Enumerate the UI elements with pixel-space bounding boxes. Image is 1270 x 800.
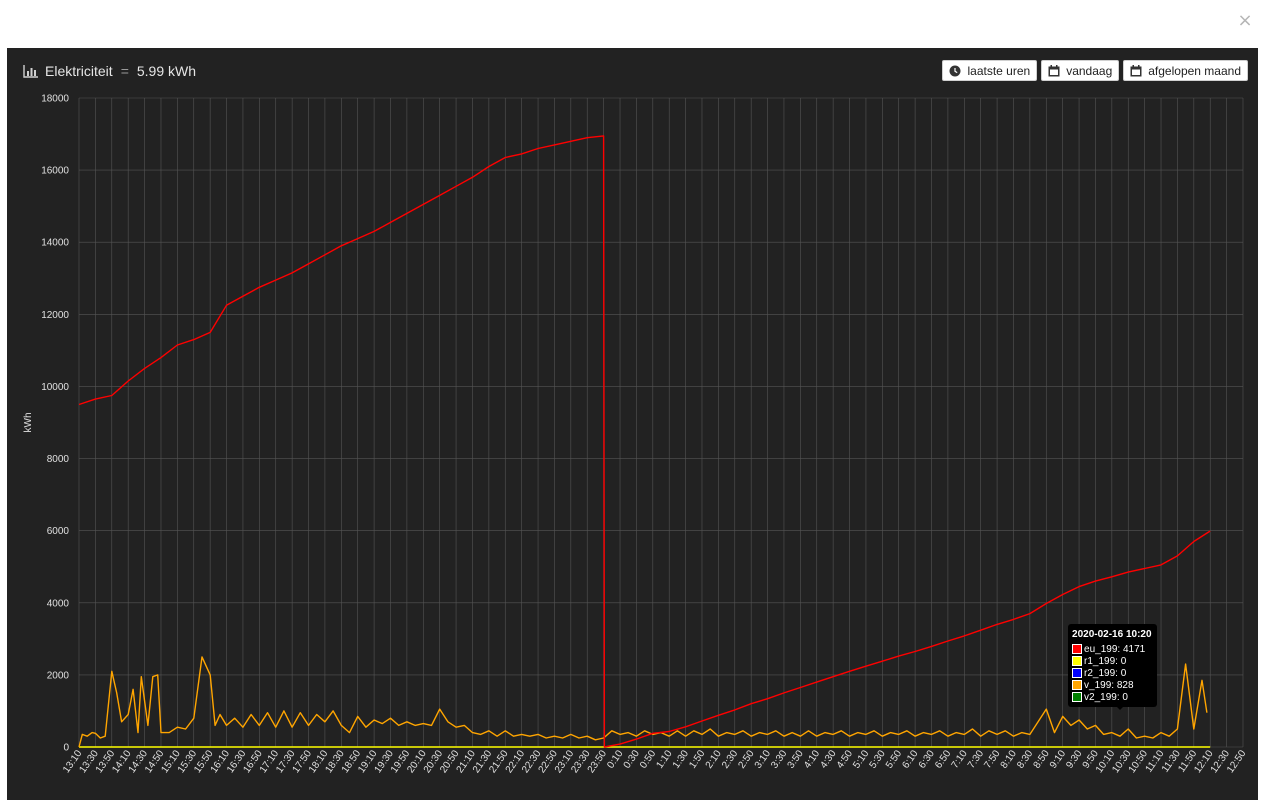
tooltip-row: r1_199: 0: [1072, 655, 1152, 667]
legend-swatch-r1: [1072, 656, 1083, 666]
tooltip-row: eu_199: 4171: [1072, 643, 1152, 655]
x-tick-label: 6:10: [900, 748, 920, 771]
x-tick-label: 5:30: [868, 748, 888, 771]
x-tick-label: 3:30: [769, 748, 789, 771]
y-tick-label: 2000: [47, 670, 70, 681]
legend-swatch-v: [1072, 680, 1083, 690]
x-tick-label: 3:50: [786, 748, 806, 771]
tooltip-row-label: eu_199: 4171: [1084, 643, 1146, 655]
x-tick-label: 7:30: [966, 748, 986, 771]
x-tick-label: 0:10: [605, 748, 625, 771]
x-tick-label: 7:10: [950, 748, 970, 771]
x-tick-label: 5:50: [884, 748, 904, 771]
x-tick-label: 8:30: [1015, 748, 1035, 771]
y-tick-label: 10000: [41, 382, 69, 393]
y-tick-label: 14000: [41, 238, 69, 249]
y-tick-label: 6000: [47, 526, 70, 537]
tooltip-row-label: v_199: 828: [1084, 679, 1134, 691]
x-tick-label: 4:50: [835, 748, 855, 771]
legend-swatch-eu: [1072, 644, 1083, 654]
x-tick-label: 1:50: [687, 748, 707, 771]
x-tick-label: 8:50: [1032, 748, 1052, 771]
legend-swatch-r2: [1072, 668, 1083, 678]
x-tick-label: 23:50: [586, 748, 610, 775]
chart-modal: × Elektriciteit = 5.99 kWh laatste uren: [0, 0, 1270, 800]
y-tick-label: 0: [63, 743, 69, 754]
chart-tooltip: 2020-02-16 10:20 eu_199: 4171 r1_199: 0 …: [1068, 624, 1157, 707]
x-tick-label: 2:50: [736, 748, 756, 771]
tooltip-row-label: v2_199: 0: [1084, 691, 1128, 703]
x-tick-label: 9:10: [1048, 748, 1068, 771]
y-axis-label: kWh: [23, 413, 34, 433]
tooltip-row-label: r1_199: 0: [1084, 655, 1127, 667]
y-tick-label: 16000: [41, 166, 69, 177]
x-tick-label: 4:30: [818, 748, 838, 771]
x-tick-label: 12:50: [1225, 748, 1249, 775]
y-tick-label: 8000: [47, 454, 70, 465]
x-tick-label: 9:30: [1064, 748, 1084, 771]
y-tick-label: 18000: [41, 94, 69, 105]
x-tick-label: 3:10: [753, 748, 773, 771]
x-tick-label: 0:30: [622, 748, 642, 771]
legend-swatch-v2: [1072, 692, 1083, 702]
x-tick-label: 0:50: [638, 748, 658, 771]
tooltip-row: v2_199: 0: [1072, 691, 1152, 703]
x-tick-label: 2:10: [704, 748, 724, 771]
tooltip-row-label: r2_199: 0: [1084, 667, 1127, 679]
y-tick-label: 4000: [47, 598, 70, 609]
x-tick-label: 1:10: [654, 748, 674, 771]
tooltip-row: r2_199: 0: [1072, 667, 1152, 679]
tooltip-title: 2020-02-16 10:20: [1072, 629, 1152, 640]
y-tick-label: 12000: [41, 310, 69, 321]
x-tick-label: 6:50: [933, 748, 953, 771]
tooltip-row: v_199: 828: [1072, 679, 1152, 691]
x-tick-label: 8:10: [999, 748, 1019, 771]
x-tick-label: 2:30: [720, 748, 740, 771]
x-tick-label: 5:10: [851, 748, 871, 771]
chart-panel: Elektriciteit = 5.99 kWh laatste uren va…: [7, 48, 1258, 800]
series-line-eu-199: [78, 135, 1211, 748]
x-tick-label: 4:10: [802, 748, 822, 771]
tooltip-arrow: [1115, 705, 1126, 710]
series-line-v-199: [78, 656, 1208, 748]
close-icon[interactable]: ×: [1236, 12, 1254, 30]
x-tick-label: 1:30: [671, 748, 691, 771]
x-tick-label: 7:50: [982, 748, 1002, 771]
x-tick-label: 6:30: [917, 748, 937, 771]
